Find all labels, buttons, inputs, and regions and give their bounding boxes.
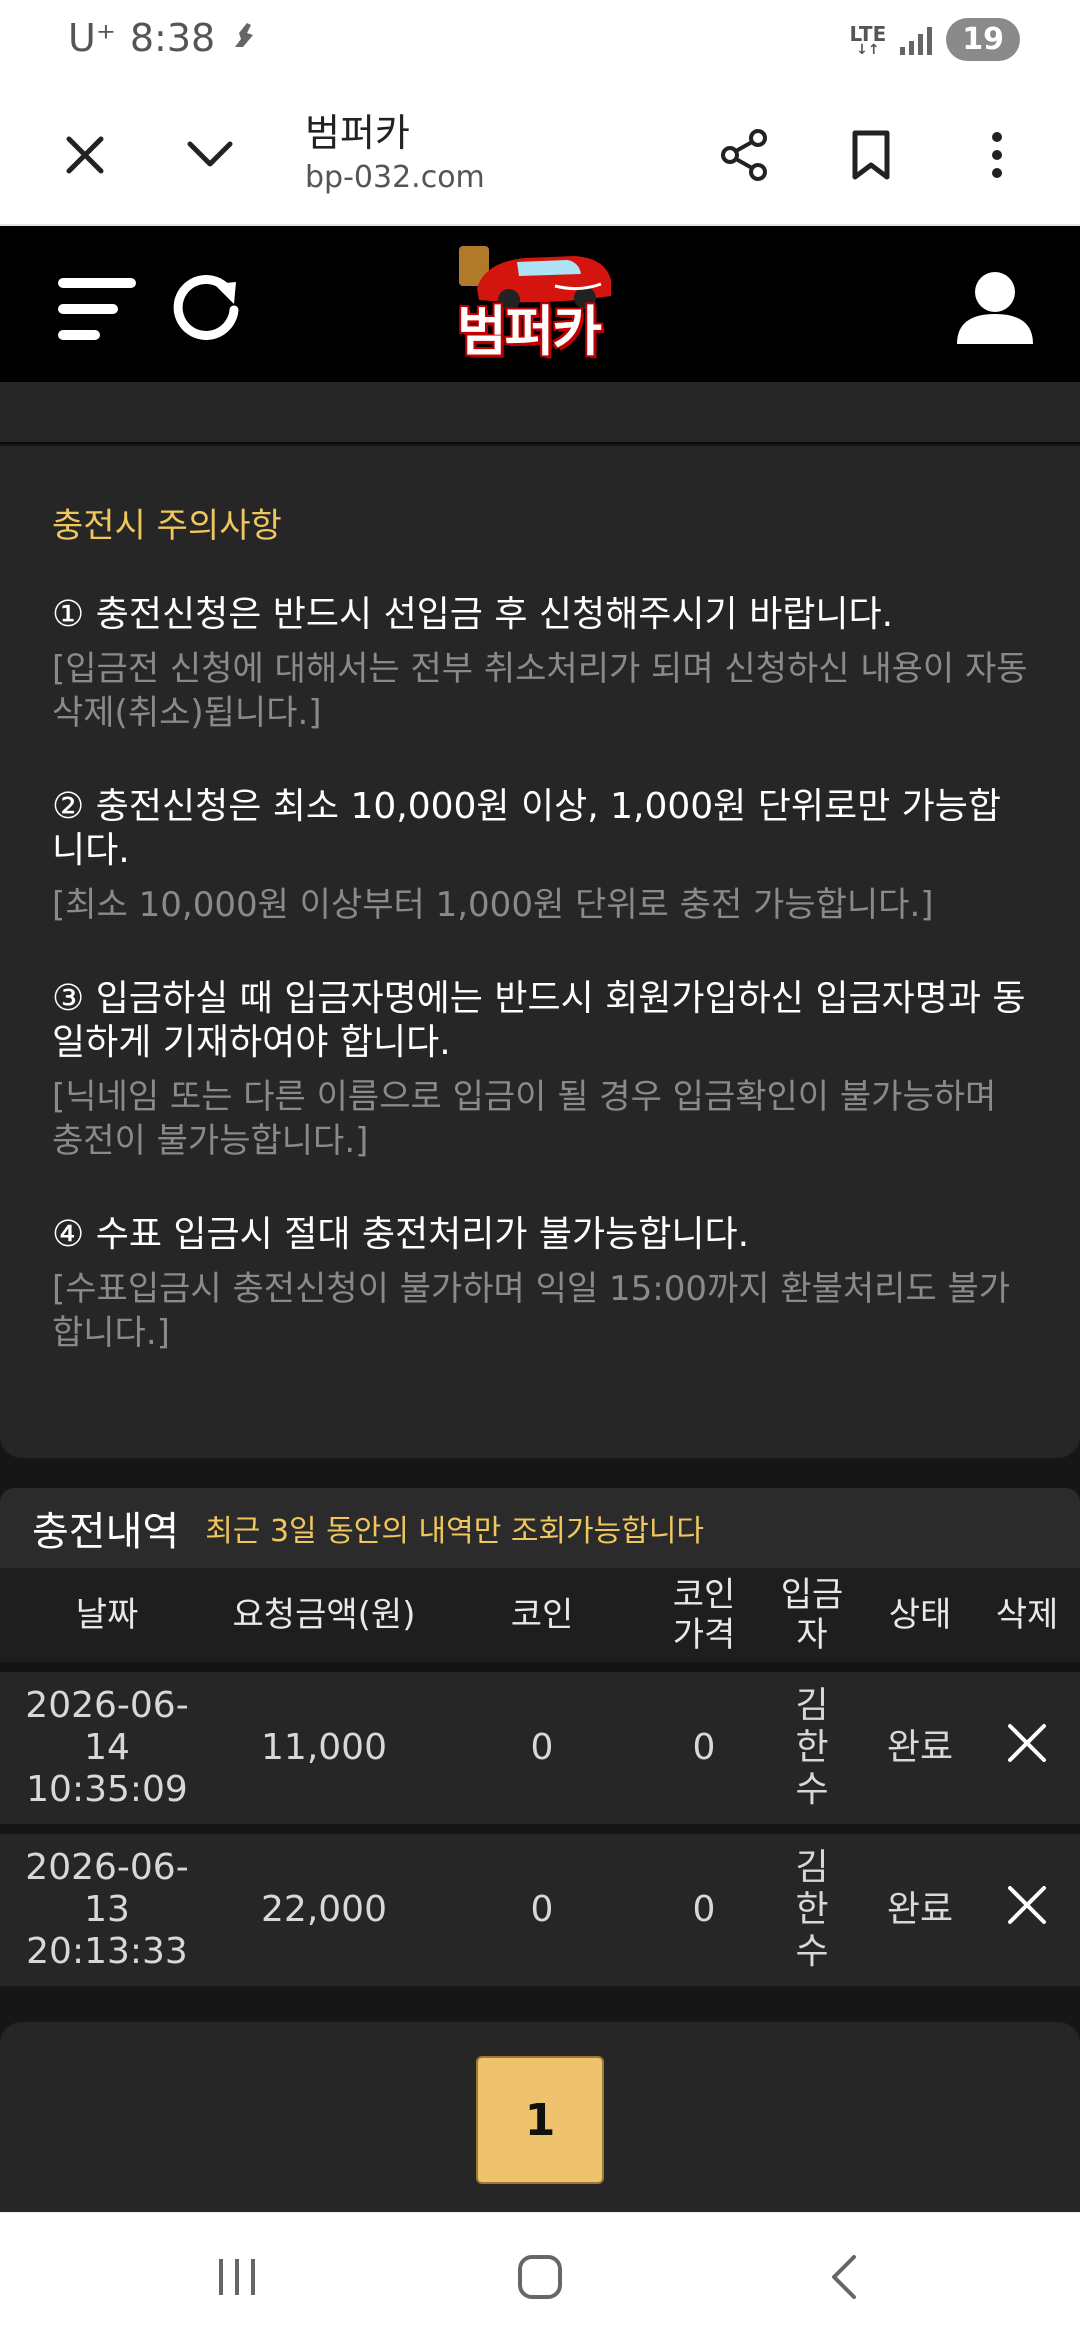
column-header-depositor: 입금자: [780, 1575, 844, 1655]
bookmark-icon[interactable]: [836, 120, 906, 190]
lte-indicator: LTE ↓↑: [849, 21, 887, 58]
site-logo[interactable]: 범퍼카: [455, 240, 625, 368]
page-title: 범퍼카: [305, 111, 410, 155]
recent-apps-icon[interactable]: [202, 2247, 272, 2307]
table-row: 2026-06-14 10:35:09 11,000 0 0 김한수 완료: [0, 1672, 1080, 1824]
share-icon[interactable]: [710, 120, 780, 190]
cell-date-day: 2026-06-13: [25, 1847, 189, 1930]
notice-item: ② 충전신청은 최소 10,000원 이상, 1,000원 단위로만 가능합니다…: [52, 785, 1028, 927]
more-options-icon[interactable]: [962, 120, 1032, 190]
page-button-1[interactable]: 1: [476, 2056, 604, 2184]
cell-date-time: 20:13:33: [26, 1931, 188, 1972]
home-icon[interactable]: [505, 2247, 575, 2307]
history-title: 충전내역: [32, 1509, 180, 1555]
cell-depositor: 김한수: [795, 1685, 829, 1810]
cell-date-day: 2026-06-14: [25, 1685, 189, 1768]
notice-heading: 충전시 주의사항: [52, 506, 282, 546]
main-content: 충전시 주의사항 ① 충전신청은 반드시 선입금 후 신청해주시기 바랍니다. …: [0, 382, 1080, 2212]
network-label: LTE: [849, 21, 887, 46]
cell-amount: 11,000: [261, 1727, 387, 1768]
back-icon[interactable]: [808, 2247, 878, 2307]
signal-icon: [900, 25, 933, 55]
user-icon[interactable]: [955, 270, 1035, 346]
cell-coin: 0: [530, 1889, 554, 1930]
site-header: 범퍼카: [0, 226, 1080, 382]
logo-text: 범퍼카: [457, 300, 602, 363]
carrier-label: U⁺: [68, 16, 116, 60]
notice-panel: 충전시 주의사항 ① 충전신청은 반드시 선입금 후 신청해주시기 바랍니다. …: [0, 446, 1080, 1458]
pagination: 1: [0, 2022, 1080, 2212]
battery-badge: 19: [946, 18, 1020, 61]
delete-icon[interactable]: [974, 1723, 1080, 1773]
column-header-delete: 삭제: [995, 1595, 1059, 1635]
column-header-coin: 코인: [510, 1595, 574, 1635]
cell-coin-price: 0: [692, 1889, 716, 1930]
column-header-amount: 요청금액(원): [232, 1595, 416, 1635]
column-header-coin-price: 코인가격: [672, 1575, 736, 1655]
menu-icon[interactable]: [56, 274, 140, 346]
status-left: U⁺ 8:38: [68, 16, 259, 60]
status-right: LTE ↓↑ 19: [849, 18, 1020, 61]
table-header: 날짜 요청금액(원) 코인 코인가격 입금자 상태 삭제: [0, 1568, 1080, 1672]
table-row: 2026-06-13 20:13:33 22,000 0 0 김한수 완료: [0, 1834, 1080, 1986]
cell-status: 완료: [886, 1889, 954, 1930]
notice-sub-text: [수표입금시 충전신청이 불가하며 익일 15:00까지 환불처리도 불가합니다…: [52, 1269, 1011, 1353]
cell-date-time: 10:35:09: [26, 1769, 188, 1810]
notification-icon: [229, 16, 259, 60]
page-url[interactable]: bp-032.com: [305, 160, 485, 195]
cell-amount: 22,000: [261, 1889, 387, 1930]
notice-item: ③ 입금하실 때 입금자명에는 반드시 회원가입하신 입금자명과 동일하게 기재…: [52, 977, 1028, 1163]
status-bar: U⁺ 8:38 LTE ↓↑ 19: [0, 0, 1080, 84]
notice-main-text: ① 충전신청은 반드시 선입금 후 신청해주시기 바랍니다.: [52, 594, 894, 635]
close-icon[interactable]: [50, 120, 120, 190]
browser-toolbar: 범퍼카 bp-032.com: [0, 84, 1080, 226]
notice-main-text: ④ 수표 입금시 절대 충전처리가 불가능합니다.: [52, 1214, 750, 1255]
top-strip: [0, 382, 1080, 444]
notice-main-text: ② 충전신청은 최소 10,000원 이상, 1,000원 단위로만 가능합니다…: [52, 786, 1002, 871]
notice-item: ① 충전신청은 반드시 선입금 후 신청해주시기 바랍니다. [입금전 신청에 …: [52, 593, 1028, 735]
cell-date: 2026-06-14 10:35:09: [0, 1685, 214, 1811]
cell-coin-price: 0: [692, 1727, 716, 1768]
delete-icon[interactable]: [974, 1885, 1080, 1935]
column-header-date: 날짜: [75, 1595, 139, 1635]
notice-sub-text: [입금전 신청에 대해서는 전부 취소처리가 되며 신청하신 내용이 자동 삭제…: [52, 649, 1028, 733]
notice-sub-text: [닉네임 또는 다른 이름으로 입금이 될 경우 입금확인이 불가능하며 충전이…: [52, 1077, 997, 1161]
notice-main-text: ③ 입금하실 때 입금자명에는 반드시 회원가입하신 입금자명과 동일하게 기재…: [52, 978, 1026, 1063]
charge-history: 충전내역 최근 3일 동안의 내역만 조회가능합니다 날짜 요청금액(원) 코인…: [0, 1488, 1080, 1996]
column-header-status: 상태: [888, 1595, 952, 1635]
clock: 8:38: [129, 16, 216, 60]
cell-date: 2026-06-13 20:13:33: [0, 1847, 214, 1973]
notice-item: ④ 수표 입금시 절대 충전처리가 불가능합니다. [수표입금시 충전신청이 불…: [52, 1213, 1028, 1355]
history-note: 최근 3일 동안의 내역만 조회가능합니다: [205, 1514, 705, 1549]
cell-depositor: 김한수: [795, 1847, 829, 1972]
system-nav-bar: [0, 2212, 1080, 2340]
cell-coin: 0: [530, 1727, 554, 1768]
cell-status: 완료: [886, 1727, 954, 1768]
chevron-down-icon[interactable]: [175, 120, 245, 190]
refresh-icon[interactable]: [170, 268, 246, 344]
history-header: 충전내역 최근 3일 동안의 내역만 조회가능합니다: [0, 1488, 1080, 1568]
notice-sub-text: [최소 10,000원 이상부터 1,000원 단위로 충전 가능합니다.]: [52, 885, 934, 925]
